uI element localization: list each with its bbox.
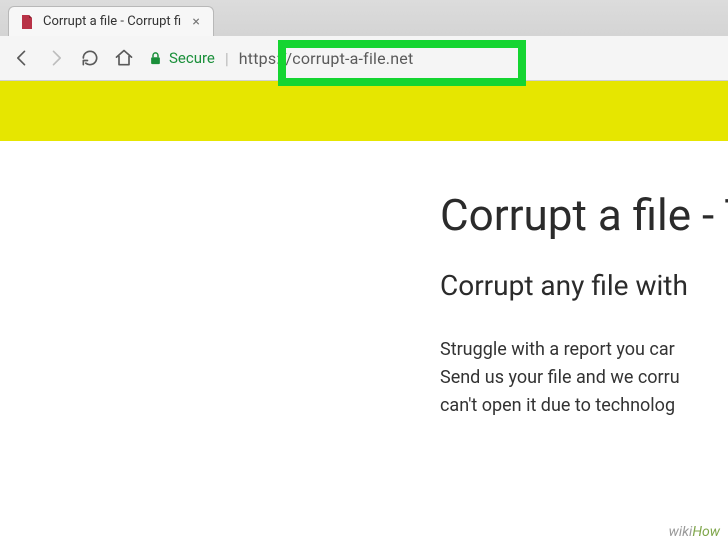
forward-button[interactable] — [46, 48, 66, 68]
browser-chrome: Corrupt a file - Corrupt fi × Secure | — [0, 0, 728, 81]
url-text: https://corrupt-a-file.net — [239, 49, 414, 68]
paragraph-line: Struggle with a report you car — [440, 336, 728, 364]
lock-icon — [148, 51, 163, 66]
secure-indicator: Secure — [148, 49, 215, 67]
site-header-banner — [0, 81, 728, 141]
secure-label-text: Secure — [169, 49, 215, 67]
back-button[interactable] — [12, 48, 32, 68]
page-subtitle: Corrupt any file with — [440, 269, 728, 302]
browser-tab[interactable]: Corrupt a file - Corrupt fi × — [8, 6, 214, 36]
address-bar[interactable]: Secure | https://corrupt-a-file.net — [148, 43, 716, 73]
tab-row: Corrupt a file - Corrupt fi × — [0, 0, 728, 36]
toolbar: Secure | https://corrupt-a-file.net — [0, 36, 728, 80]
paragraph-line: can't open it due to technolog — [440, 392, 728, 420]
watermark: wikiHow — [669, 524, 720, 540]
favicon-icon — [19, 14, 35, 30]
reload-button[interactable] — [80, 48, 100, 68]
page-content: Corrupt a file - T Corrupt any file with… — [0, 141, 728, 420]
paragraph-line: Send us your file and we corru — [440, 364, 728, 392]
home-button[interactable] — [114, 48, 134, 68]
tab-title: Corrupt a file - Corrupt fi — [43, 14, 181, 29]
close-icon[interactable]: × — [189, 15, 203, 29]
page-title: Corrupt a file - T — [440, 189, 728, 241]
page-viewport: Corrupt a file - T Corrupt any file with… — [0, 81, 728, 545]
